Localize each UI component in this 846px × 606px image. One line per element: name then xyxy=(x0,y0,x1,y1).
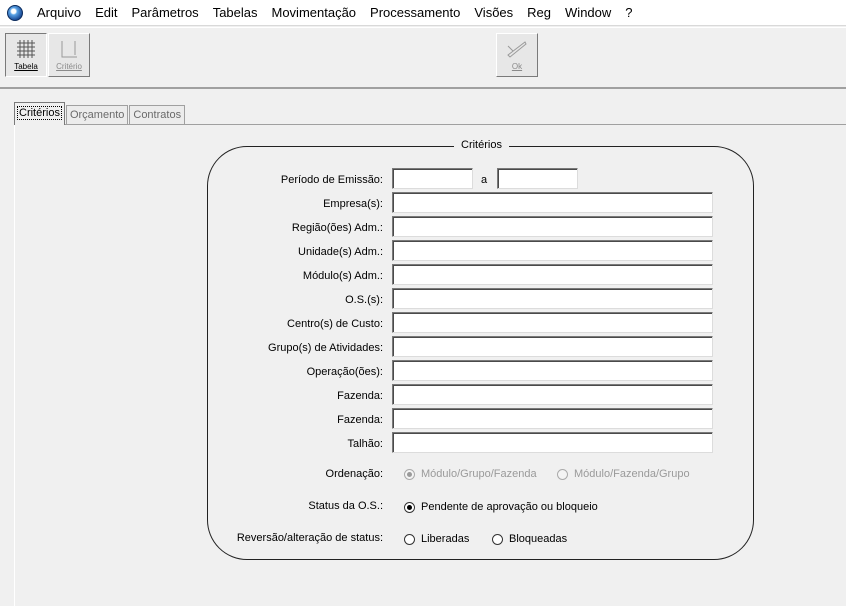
radio-bloqueadas[interactable]: Bloqueadas xyxy=(492,533,567,545)
menu-window[interactable]: Window xyxy=(558,0,618,26)
menu-help[interactable]: ? xyxy=(618,0,639,26)
empresa-label: Empresa(s): xyxy=(323,198,383,210)
centro-custo-input[interactable] xyxy=(392,312,713,333)
menu-processamento[interactable]: Processamento xyxy=(363,0,467,26)
tab-strip: Critérios Orçamento Contratos xyxy=(14,102,186,125)
os-input[interactable] xyxy=(392,288,713,309)
ok-button[interactable]: Ok xyxy=(496,33,538,77)
unidade-label: Unidade(s) Adm.: xyxy=(298,246,383,258)
unidade-input[interactable] xyxy=(392,240,713,261)
radio-modulo-grupo-fazenda[interactable]: Módulo/Grupo/Fazenda xyxy=(404,468,537,480)
menu-movimentacao[interactable]: Movimentação xyxy=(265,0,364,26)
talhao-label: Talhão: xyxy=(347,438,383,450)
app-globe-icon[interactable] xyxy=(7,4,23,21)
status-label: Status da O.S.: xyxy=(308,500,383,512)
tabela-label: Tabela xyxy=(14,62,38,71)
regiao-input[interactable] xyxy=(392,216,713,237)
criteria-icon xyxy=(61,41,77,58)
fazenda-input-1[interactable] xyxy=(392,384,713,405)
menu-visoes[interactable]: Visões xyxy=(467,0,520,26)
grupo-atividades-label: Grupo(s) de Atividades: xyxy=(268,342,383,354)
fazenda-label-2: Fazenda: xyxy=(337,414,383,426)
modulo-label: Módulo(s) Adm.: xyxy=(302,270,383,282)
criterio-label: Critério xyxy=(56,62,82,71)
radio-unselected-icon xyxy=(557,468,568,480)
periodo-separator: a xyxy=(481,174,488,186)
tabela-button[interactable]: Tabela xyxy=(5,33,47,77)
radio-unselected-icon xyxy=(492,533,503,545)
group-title: Critérios xyxy=(454,139,509,151)
grupo-atividades-input[interactable] xyxy=(392,336,713,357)
radio-pendente[interactable]: Pendente de aprovação ou bloqueio xyxy=(404,501,598,513)
operacao-label: Operação(ões): xyxy=(306,366,383,378)
menu-reg[interactable]: Reg xyxy=(520,0,558,26)
menu-arquivo[interactable]: Arquivo xyxy=(30,0,88,26)
regiao-label: Região(ões) Adm.: xyxy=(291,222,383,234)
pen-check-icon xyxy=(507,41,527,58)
os-label: O.S.(s): xyxy=(345,294,383,306)
tab-contratos[interactable]: Contratos xyxy=(129,105,186,125)
menu-tabelas[interactable]: Tabelas xyxy=(206,0,265,26)
radio-selected-icon xyxy=(404,468,415,480)
ordenacao-label: Ordenação: xyxy=(325,468,383,480)
toolbar: Tabela Critério Ok xyxy=(0,27,846,89)
modulo-input[interactable] xyxy=(392,264,713,285)
talhao-input[interactable] xyxy=(392,432,713,453)
radio-selected-icon xyxy=(404,501,415,513)
menu-edit[interactable]: Edit xyxy=(88,0,124,26)
periodo-to-input[interactable] xyxy=(497,168,578,189)
tab-orcamento[interactable]: Orçamento xyxy=(65,105,129,125)
reversao-label: Reversão/alteração de status: xyxy=(236,532,383,544)
criterio-button[interactable]: Critério xyxy=(48,33,90,77)
menu-parametros[interactable]: Parâmetros xyxy=(124,0,205,26)
periodo-label: Período de Emissão: xyxy=(280,174,383,186)
grid-icon xyxy=(17,40,35,58)
empresa-input[interactable] xyxy=(392,192,713,213)
ok-label: Ok xyxy=(511,62,523,71)
tab-criterios[interactable]: Critérios xyxy=(14,102,65,125)
radio-modulo-fazenda-grupo[interactable]: Módulo/Fazenda/Grupo xyxy=(557,468,690,480)
fazenda-label-1: Fazenda: xyxy=(337,390,383,402)
fazenda-input-2[interactable] xyxy=(392,408,713,429)
operacao-input[interactable] xyxy=(392,360,713,381)
periodo-from-input[interactable] xyxy=(392,168,473,189)
radio-unselected-icon xyxy=(404,533,415,545)
centro-custo-label: Centro(s) de Custo: xyxy=(287,318,383,330)
menu-bar: Arquivo Edit Parâmetros Tabelas Moviment… xyxy=(0,0,846,26)
radio-liberadas[interactable]: Liberadas xyxy=(404,533,469,545)
